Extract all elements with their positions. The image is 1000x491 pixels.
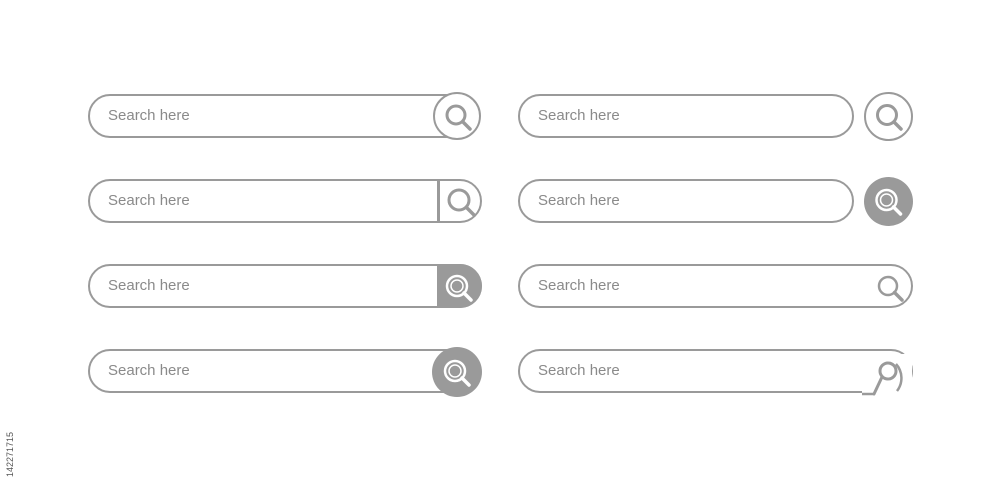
magnifier-icon bbox=[875, 103, 903, 131]
magnifier-icon bbox=[877, 275, 904, 302]
magnifier-icon bbox=[445, 274, 473, 302]
search-placeholder[interactable]: Search here bbox=[538, 351, 620, 390]
search-bar-4[interactable]: Search here bbox=[88, 349, 473, 393]
magnifier-icon bbox=[447, 188, 476, 217]
search-button-1[interactable] bbox=[433, 92, 481, 140]
search-button-4[interactable] bbox=[432, 347, 482, 397]
search-bar-7[interactable]: Search here bbox=[518, 264, 913, 308]
search-bar-2[interactable]: Search here bbox=[88, 179, 482, 223]
search-placeholder[interactable]: Search here bbox=[108, 181, 190, 220]
magnifier-icon bbox=[875, 188, 903, 216]
search-button-7[interactable] bbox=[872, 268, 910, 306]
stock-id-label: 142271715 bbox=[5, 431, 15, 477]
search-button-5[interactable] bbox=[864, 92, 913, 141]
search-button-6[interactable] bbox=[864, 177, 913, 226]
search-button-3[interactable] bbox=[437, 264, 482, 308]
magnifier-icon bbox=[445, 104, 472, 131]
search-button-2[interactable] bbox=[440, 181, 480, 221]
magnifier-icon bbox=[862, 361, 903, 396]
search-bar-6[interactable]: Search here bbox=[518, 179, 854, 223]
magnifier-icon bbox=[443, 359, 471, 387]
search-placeholder[interactable]: Search here bbox=[538, 266, 620, 305]
search-placeholder[interactable]: Search here bbox=[108, 266, 190, 305]
search-bar-8[interactable]: Search here bbox=[518, 349, 913, 393]
search-button-8[interactable] bbox=[862, 354, 912, 396]
search-placeholder[interactable]: Search here bbox=[108, 351, 190, 390]
search-placeholder[interactable]: Search here bbox=[538, 96, 620, 135]
search-bar-5[interactable]: Search here bbox=[518, 94, 854, 138]
search-placeholder[interactable]: Search here bbox=[108, 96, 190, 135]
search-bar-3[interactable]: Search here bbox=[88, 264, 482, 308]
search-bar-1[interactable]: Search here bbox=[88, 94, 468, 138]
search-placeholder[interactable]: Search here bbox=[538, 181, 620, 220]
